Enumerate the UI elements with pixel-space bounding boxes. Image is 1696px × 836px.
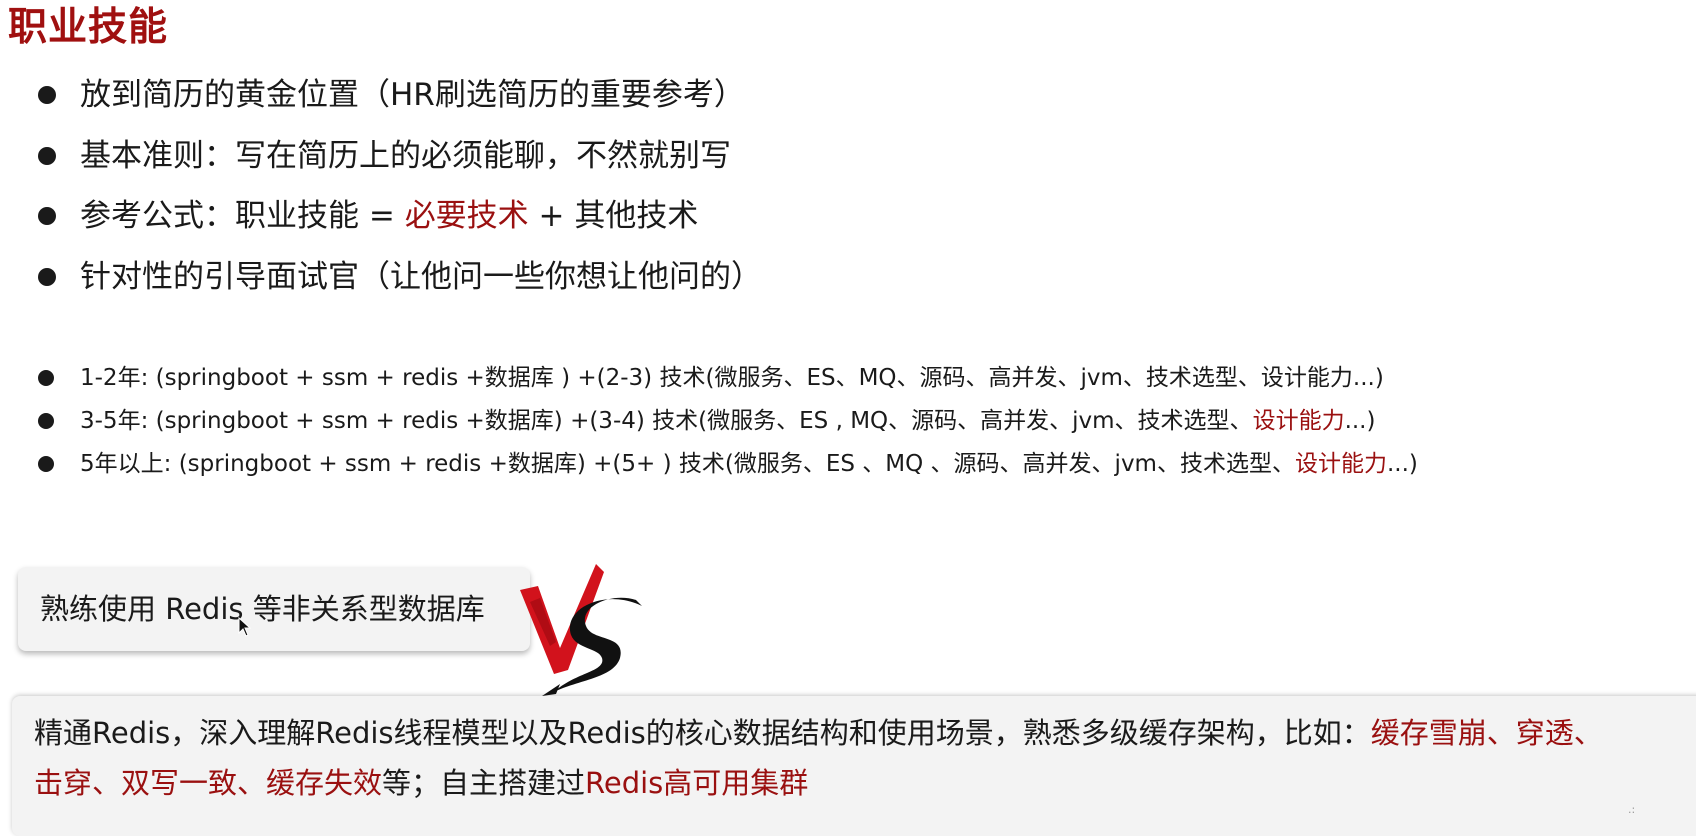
- bullet-dot-icon: [38, 456, 54, 472]
- detailed-skill-card: 精通Redis，深入理解Redis线程模型以及Redis的核心数据结构和使用场景…: [12, 696, 1696, 836]
- page-title: 职业技能: [8, 5, 169, 50]
- level-prefix: 5年以上: (springboot + ssm + redis +数据库) +(…: [80, 451, 1295, 477]
- experience-level-text: 5年以上: (springboot + ssm + redis +数据库) +(…: [80, 446, 1418, 482]
- level-highlight: 设计能力: [1294, 451, 1387, 477]
- formula-suffix: + 其他技术: [528, 198, 699, 234]
- level-prefix: 3-5年: (springboot + ssm + redis +数据库) +(…: [80, 408, 1253, 434]
- list-item-text: 针对性的引导面试官（让他问一些你想让他问的）: [80, 259, 762, 295]
- detailed-highlight: 缓存雪崩、穿透、: [1370, 716, 1603, 750]
- bullet-dot-icon: [38, 86, 56, 104]
- level-suffix: ...): [1344, 408, 1376, 434]
- list-item-text: 参考公式：职业技能 = 必要技术 + 其他技术: [80, 191, 698, 241]
- mouse-cursor-icon: [238, 617, 252, 637]
- simple-skill-text: 熟练使用 Redis 等非关系型数据库: [40, 592, 485, 626]
- simple-skill-card: 熟练使用 Redis 等非关系型数据库: [18, 567, 530, 651]
- bullet-dot-icon: [38, 268, 56, 286]
- detailed-highlight: Redis高可用集群: [585, 766, 809, 800]
- bullet-dot-icon: [38, 147, 56, 165]
- list-item-text: 基本准则：写在简历上的必须能聊，不然就别写: [80, 138, 731, 174]
- detailed-skill-line-2: 击穿、双写一致、缓存失效等；自主搭建过Redis高可用集群: [34, 760, 808, 802]
- detailed-text: 等；自主搭建过: [382, 766, 586, 800]
- detailed-text: 精通Redis，深入理解Redis线程模型以及Redis的核心数据结构和使用场景…: [34, 716, 1371, 750]
- detailed-highlight: 击穿、双写一致、缓存失效: [34, 766, 383, 800]
- bullet-dot-icon: [38, 413, 54, 429]
- list-item-text: 放到简历的黄金位置（HR刷选简历的重要参考）: [80, 77, 745, 113]
- level-highlight: 设计能力: [1252, 408, 1345, 434]
- vs-logo: [520, 564, 642, 696]
- formula-prefix: 参考公式：职业技能 =: [80, 198, 405, 234]
- detailed-skill-line-1: 精通Redis，深入理解Redis线程模型以及Redis的核心数据结构和使用场景…: [34, 710, 1603, 752]
- level-suffix: ...): [1386, 451, 1418, 477]
- page-hint-mark: .:: [1628, 803, 1636, 816]
- formula-highlight: 必要技术: [404, 198, 529, 234]
- experience-level-text: 1-2年: (springboot + ssm + redis +数据库 ) +…: [80, 365, 1384, 391]
- bullet-dot-icon: [38, 370, 54, 386]
- bullet-dot-icon: [38, 207, 56, 225]
- experience-level-text: 3-5年: (springboot + ssm + redis +数据库) +(…: [80, 403, 1375, 439]
